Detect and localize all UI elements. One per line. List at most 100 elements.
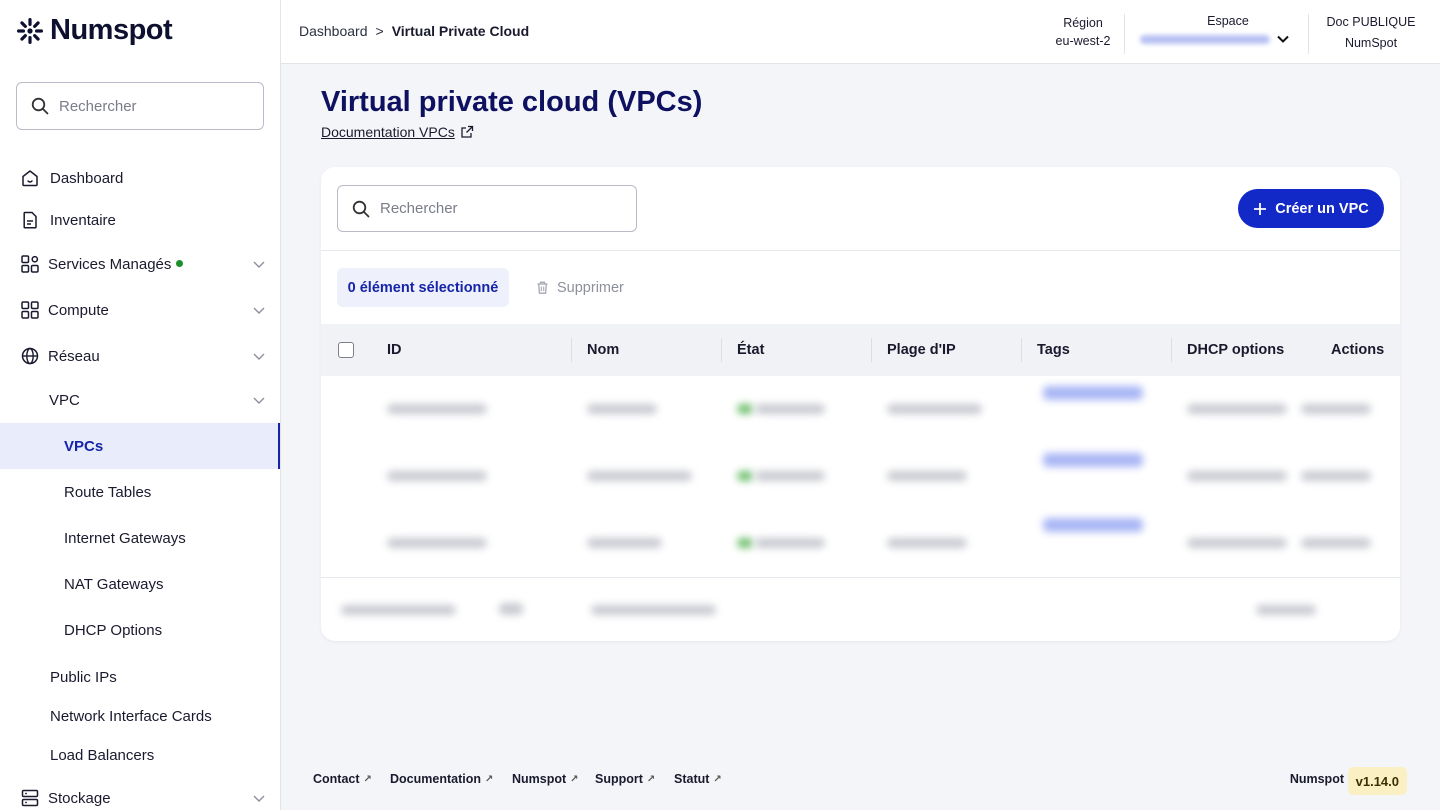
numspot-logo-icon [17, 17, 43, 44]
breadcrumb: Dashboard > Virtual Private Cloud [299, 23, 529, 39]
region-selector[interactable]: Région eu-west-2 [1045, 0, 1121, 64]
blurred-cell [887, 404, 982, 414]
sidebar-item-vpc[interactable]: VPC [0, 378, 280, 422]
column-header-id[interactable]: ID [387, 324, 402, 376]
blurred-cell [1043, 386, 1143, 400]
column-header-plage-ip[interactable]: Plage d'IP [887, 324, 956, 376]
doc-value: NumSpot [1344, 35, 1398, 50]
blurred-cell [341, 605, 456, 615]
footer-link-text: Statut [674, 772, 710, 786]
sidebar-item-internet-gateways[interactable]: Internet Gateways [0, 516, 280, 560]
blurred-cell [1187, 404, 1287, 414]
status-dot [176, 260, 184, 268]
sidebar-item-dashboard[interactable]: Dashboard [0, 156, 280, 200]
delete-button[interactable]: Supprimer [535, 268, 624, 307]
blurred-cell [1256, 605, 1316, 615]
blurred-cell [887, 538, 967, 548]
documentation-link-text: Documentation VPCs [321, 124, 455, 140]
footer-link-statut[interactable]: Statut ↗ [674, 772, 722, 786]
column-separator [1021, 338, 1022, 362]
sidebar-item-text: Services Managés [48, 255, 172, 273]
topbar-divider [1124, 14, 1125, 54]
breadcrumb-current: Virtual Private Cloud [391, 23, 530, 39]
column-header-tags[interactable]: Tags [1037, 324, 1070, 376]
sidebar-item-reseau[interactable]: Réseau [0, 334, 280, 378]
blurred-cell [387, 471, 487, 481]
sidebar-item-label: Compute [48, 301, 109, 319]
sidebar-search-input[interactable] [59, 97, 239, 115]
table-search-input[interactable] [380, 200, 610, 217]
sidebar-item-vpcs[interactable]: VPCs [0, 423, 280, 469]
version-badge: v1.14.0 [1347, 767, 1407, 795]
table-header: ID Nom État Plage d'IP Tags DHCP options… [321, 324, 1400, 376]
blurred-cell [755, 404, 825, 414]
blurred-cell [499, 603, 523, 615]
divider [321, 250, 1400, 251]
table-row[interactable] [321, 443, 1400, 510]
blurred-cell [1301, 538, 1371, 548]
sidebar-item-dhcp-options[interactable]: DHCP Options [0, 608, 280, 652]
table-row[interactable] [321, 376, 1400, 443]
blurred-cell [1301, 404, 1371, 414]
footer-link-support[interactable]: Support ↗ [595, 772, 655, 786]
region-label: Région [1063, 16, 1103, 30]
sidebar-item-stockage[interactable]: Stockage [0, 776, 280, 810]
sidebar-item-label: Route Tables [64, 483, 152, 501]
blurred-cell [755, 471, 825, 481]
create-vpc-button[interactable]: Créer un VPC [1238, 189, 1384, 228]
column-separator [721, 338, 722, 362]
topbar: Dashboard > Virtual Private Cloud Région e… [281, 0, 1440, 64]
column-separator [1171, 338, 1172, 362]
globe-icon [20, 346, 40, 366]
blurred-cell [737, 404, 753, 414]
sidebar-item-nat-gateways[interactable]: NAT Gateways [0, 562, 280, 606]
chevron-down-icon [253, 307, 265, 314]
sidebar-item-load-balancers[interactable]: Load Balancers [0, 733, 280, 777]
plus-icon [1254, 202, 1267, 215]
chevron-down-icon [253, 397, 265, 404]
blurred-cell [1187, 471, 1287, 481]
footer-link-text: Contact [313, 772, 360, 786]
select-all-checkbox[interactable] [338, 342, 354, 358]
column-header-etat[interactable]: État [737, 324, 764, 376]
sidebar-item-inventaire[interactable]: Inventaire [0, 198, 280, 242]
services-icon [20, 254, 40, 274]
doc-label: Doc PUBLIQUE [1326, 14, 1416, 29]
footer-link-text: Support [595, 772, 643, 786]
blurred-cell [737, 471, 753, 481]
vpc-table-card: Créer un VPC 0 élément sélectionné Suppr… [321, 167, 1400, 641]
sidebar-item-route-tables[interactable]: Route Tables [0, 470, 280, 514]
sidebar-item-label: NAT Gateways [64, 575, 164, 593]
sidebar-item-label: Services Managés [48, 255, 184, 273]
breadcrumb-separator: > [375, 23, 384, 39]
delete-label: Supprimer [557, 279, 624, 296]
footer-link-numspot[interactable]: Numspot ↗ [512, 772, 579, 786]
breadcrumb-dashboard[interactable]: Dashboard [299, 23, 368, 39]
document-icon [20, 210, 40, 230]
sidebar-item-label: DHCP Options [64, 621, 163, 639]
space-value-row [1140, 32, 1290, 46]
arrow-up-right-icon: ↗ [570, 773, 579, 785]
column-header-nom[interactable]: Nom [587, 324, 619, 376]
footer-link-contact[interactable]: Contact ↗ [313, 772, 372, 786]
numspot-logo[interactable]: Numspot [16, 14, 173, 47]
column-header-dhcp-options[interactable]: DHCP options [1187, 324, 1284, 376]
table-search[interactable] [337, 185, 637, 232]
sidebar-search[interactable] [16, 82, 264, 130]
arrow-up-right-icon: ↗ [484, 773, 494, 785]
blurred-cell [591, 605, 716, 615]
doc-publique-menu[interactable]: Doc PUBLIQUE NumSpot [1321, 0, 1421, 64]
table-footer-divider [321, 577, 1400, 578]
sidebar-item-compute[interactable]: Compute [0, 288, 280, 332]
search-icon [352, 200, 370, 217]
table-row[interactable] [321, 510, 1400, 577]
documentation-link[interactable]: Documentation VPCs [321, 124, 474, 140]
space-selector[interactable]: Espace [1139, 0, 1291, 64]
sidebar-item-label: Stockage [48, 789, 111, 807]
sidebar-item-public-ips[interactable]: Public IPs [0, 655, 280, 699]
sidebar-item-network-interface-cards[interactable]: Network Interface Cards [0, 694, 280, 738]
space-label: Espace [1207, 14, 1249, 28]
blurred-cell [737, 538, 753, 548]
sidebar-item-services-manages[interactable]: Services Managés [0, 242, 280, 286]
footer-link-documentation[interactable]: Documentation ↗ [390, 772, 493, 786]
